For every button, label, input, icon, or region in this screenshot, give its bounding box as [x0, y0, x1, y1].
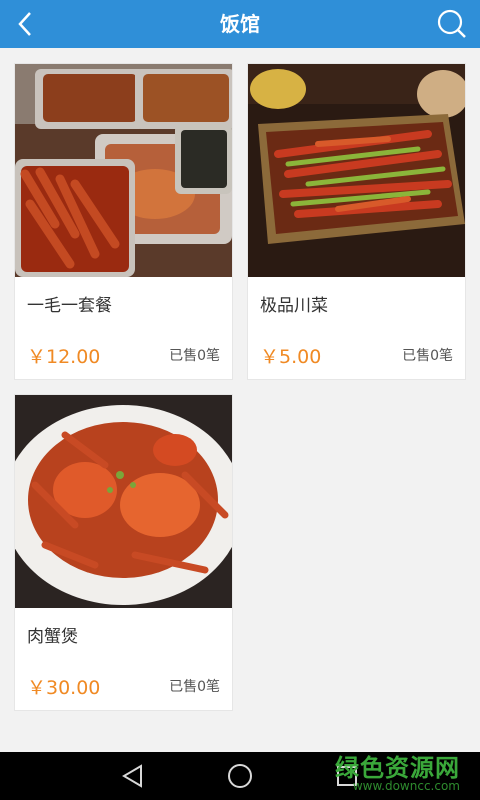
product-sold-count: 已售0笔 — [402, 348, 453, 364]
top-app-bar: 饭馆 — [0, 0, 480, 48]
product-card[interactable]: 一毛一套餐 ￥12.00 已售0笔 — [14, 63, 233, 380]
watermark: 绿色资源网 www.downcc.com — [335, 748, 460, 793]
product-image-sichuan-dish — [248, 64, 465, 277]
product-name: 一毛一套餐 — [27, 296, 112, 316]
nav-back-button[interactable] — [117, 760, 149, 792]
product-name: 极品川菜 — [260, 296, 328, 316]
nav-home-button[interactable] — [224, 760, 256, 792]
search-button[interactable] — [432, 4, 472, 44]
product-image-set-meal — [15, 64, 232, 277]
home-circle-icon — [228, 764, 252, 788]
product-image-crab-pot — [15, 395, 232, 608]
product-price: ￥5.00 — [260, 346, 322, 368]
product-sold-count: 已售0笔 — [169, 679, 220, 695]
watermark-url: www.downcc.com — [352, 779, 460, 793]
page-title: 饭馆 — [220, 12, 260, 36]
product-name: 肉蟹煲 — [27, 627, 78, 647]
product-card[interactable]: 极品川菜 ￥5.00 已售0笔 — [247, 63, 466, 380]
back-triangle-icon — [122, 764, 142, 788]
search-icon — [437, 9, 466, 38]
product-price: ￥12.00 — [27, 346, 101, 368]
product-card[interactable]: 肉蟹煲 ￥30.00 已售0笔 — [14, 394, 233, 711]
watermark-title: 绿色资源网 — [335, 754, 460, 782]
product-price: ￥30.00 — [27, 677, 101, 699]
product-sold-count: 已售0笔 — [169, 348, 220, 364]
